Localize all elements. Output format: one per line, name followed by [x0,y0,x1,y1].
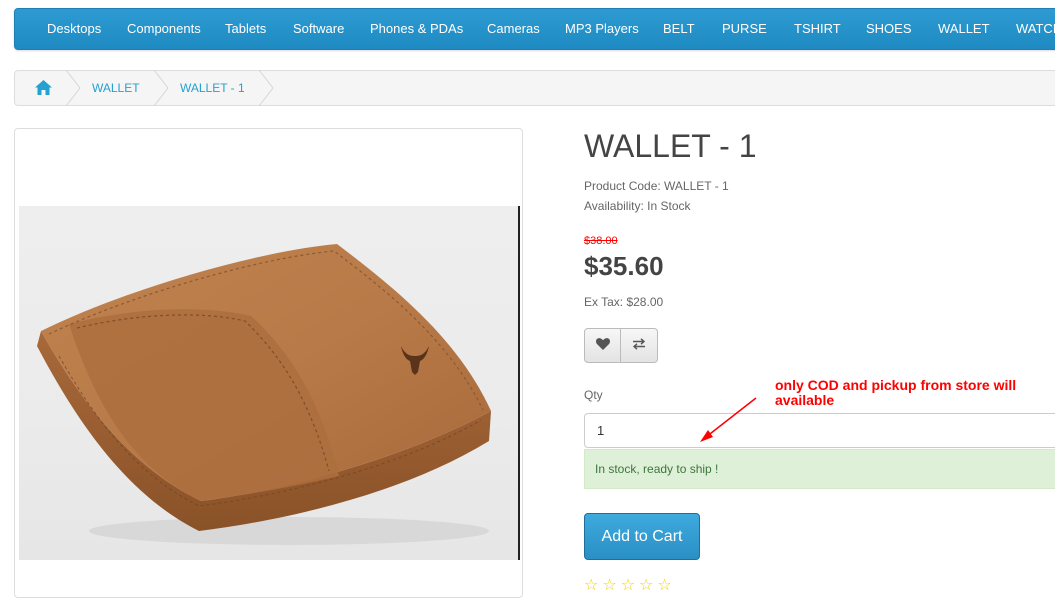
breadcrumb-separator-icon [153,70,169,106]
breadcrumb-item-wallet[interactable]: WALLET [92,71,140,105]
breadcrumb-separator-icon [65,70,81,106]
old-price: $38.00 [584,235,618,247]
menu-item-tshirt[interactable]: TSHIRT [794,9,841,49]
compare-arrows-icon [632,338,646,353]
menu-item-tablets[interactable]: Tablets [225,9,266,49]
menu-item-wallet[interactable]: WALLET [938,9,990,49]
menu-item-shoes[interactable]: SHOES [866,9,912,49]
product-availability: Availability: In Stock [584,199,691,213]
menu-item-software[interactable]: Software [293,9,344,49]
breadcrumb-item-product[interactable]: WALLET - 1 [180,71,245,105]
add-to-cart-button[interactable]: Add to Cart [584,513,700,560]
qty-label: Qty [584,388,603,402]
product-image-panel [14,128,523,598]
heart-icon [595,338,610,353]
add-to-wishlist-button[interactable] [584,328,621,363]
menu-item-components[interactable]: Components [127,9,201,49]
menu-item-watch[interactable]: WATCH [1016,9,1055,49]
stock-alert: In stock, ready to ship ! [584,449,1055,489]
home-icon[interactable] [35,80,52,98]
menu-item-desktops[interactable]: Desktops [47,9,101,49]
product-title: WALLET - 1 [584,128,757,164]
menu-item-belt[interactable]: BELT [663,9,695,49]
menu-item-cameras[interactable]: Cameras [487,9,540,49]
product-price: $35.60 [584,251,664,281]
breadcrumb-separator-icon [258,70,274,106]
menu-item-mp3-players[interactable]: MP3 Players [565,9,639,49]
annotation-note: only COD and pickup from store will avai… [775,377,1017,408]
product-image[interactable] [19,206,520,560]
wishlist-compare-group [584,328,659,365]
breadcrumb: WALLET WALLET - 1 [14,70,1055,106]
compare-button[interactable] [621,328,658,363]
qty-input[interactable]: 1 [584,413,1055,448]
product-code: Product Code: WALLET - 1 [584,179,729,193]
menu-item-phones-pdas[interactable]: Phones & PDAs [370,9,463,49]
ex-tax-price: Ex Tax: $28.00 [584,295,664,309]
top-menu: Desktops Components Tablets Software Pho… [14,8,1055,50]
rating-stars-icon: ☆☆☆☆☆ [584,577,676,594]
menu-item-purse[interactable]: PURSE [722,9,767,49]
